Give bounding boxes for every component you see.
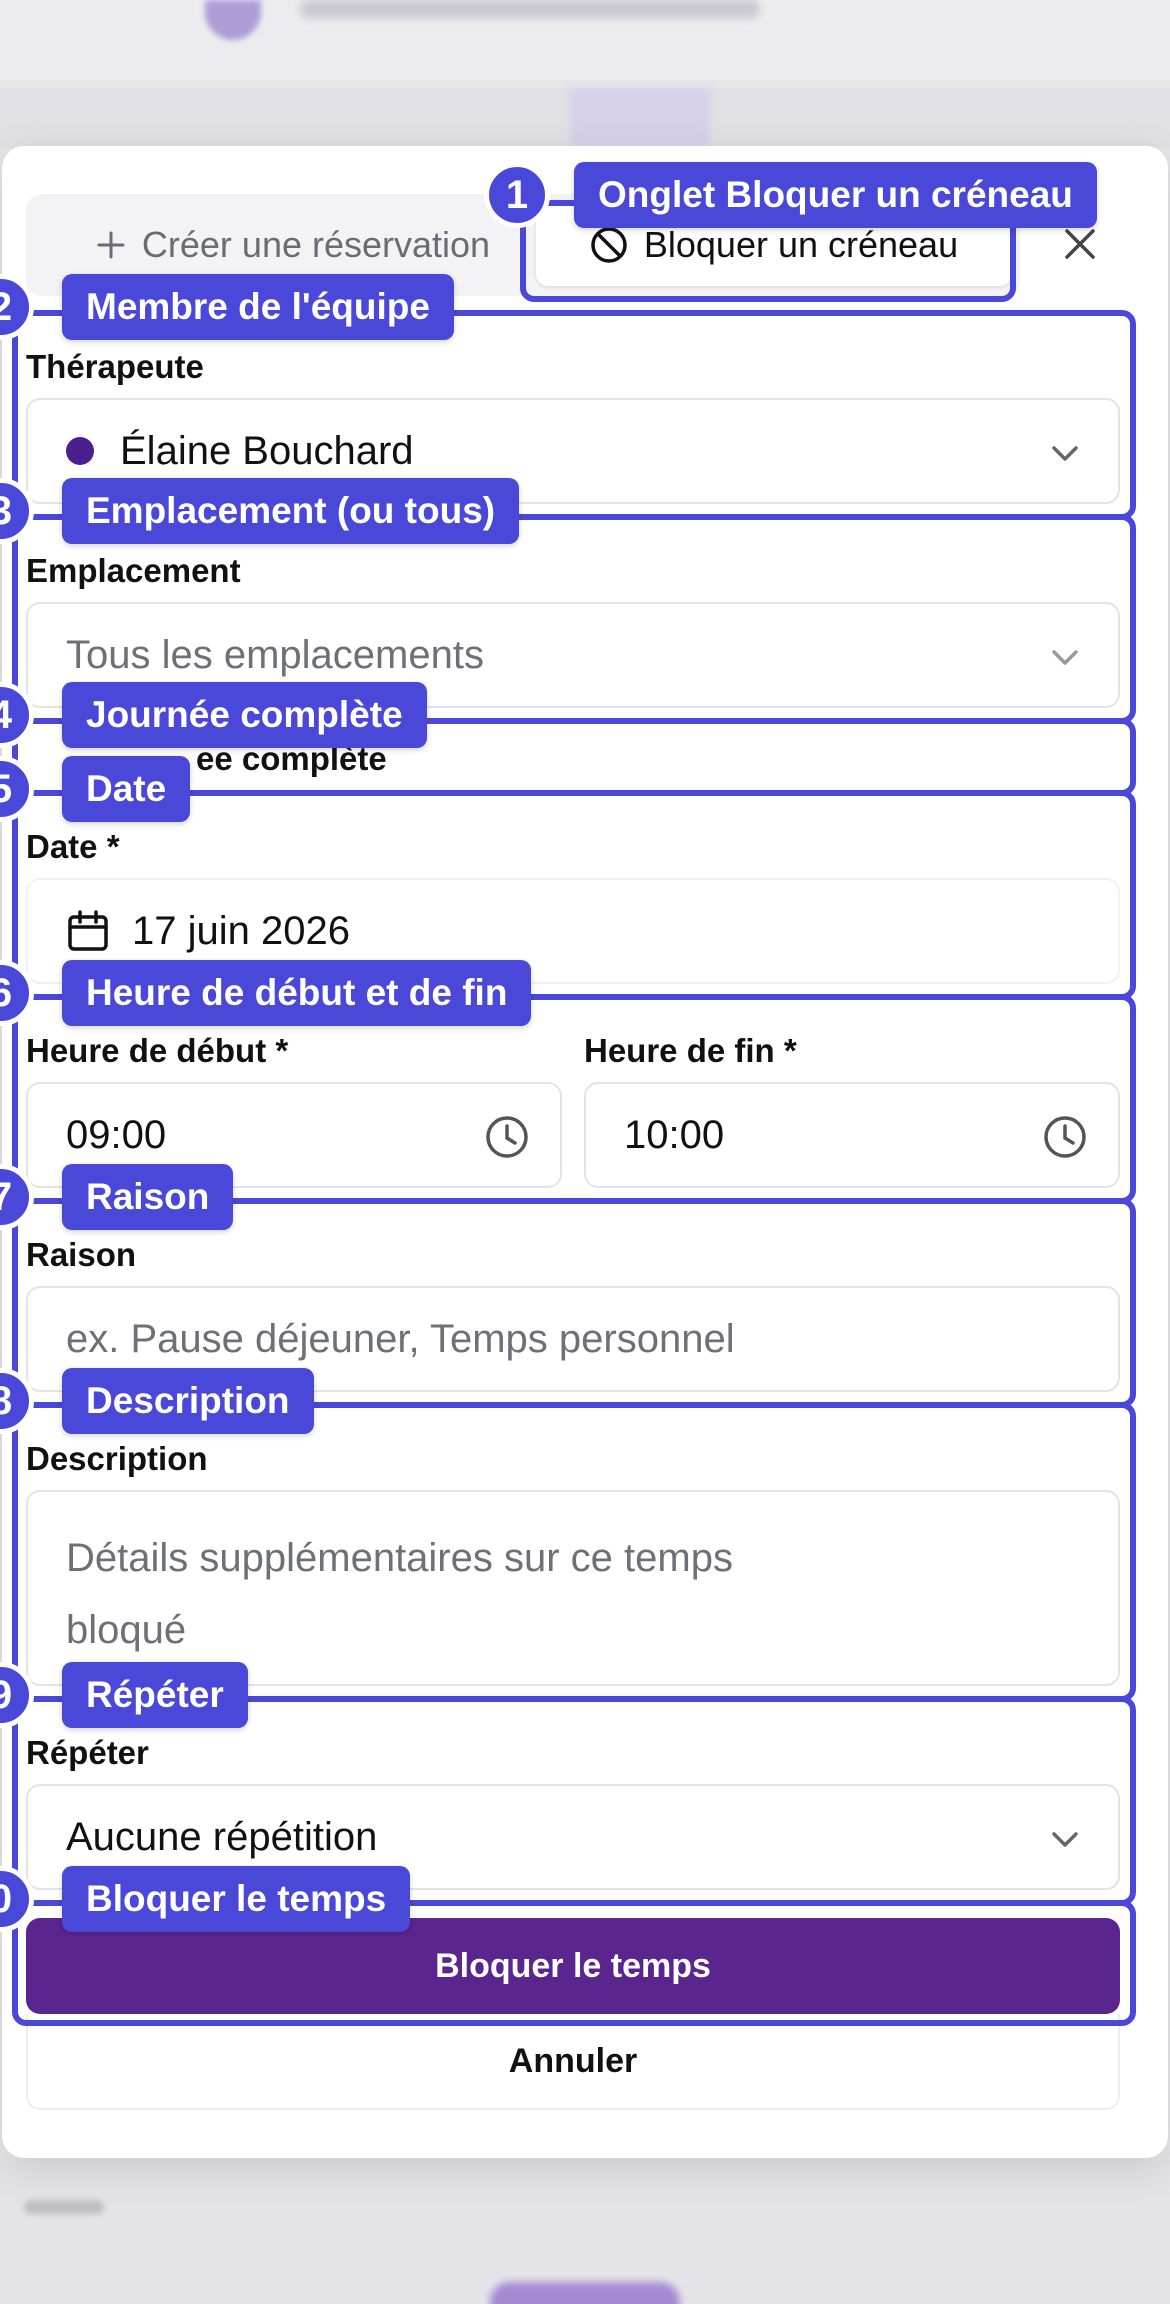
description-label: Description xyxy=(26,1440,208,1477)
end-time-label: Heure de fin * xyxy=(584,1032,797,1069)
annotation-tag-0: Bloquer le temps xyxy=(62,1866,411,1932)
date-label: Date * xyxy=(26,828,120,865)
repeat-label: Répéter xyxy=(26,1734,149,1771)
annotation-tag-8: Description xyxy=(62,1368,314,1434)
clock-icon xyxy=(486,1116,528,1158)
end-time-value: 10:00 xyxy=(624,1112,725,1157)
annotation-tag-5: Date xyxy=(62,756,191,822)
plus-icon xyxy=(97,231,125,259)
calendar-icon xyxy=(68,910,108,951)
annotation-tag-7: Raison xyxy=(62,1164,234,1230)
background-footer xyxy=(0,2160,1170,2304)
location-placeholder: Tous les emplacements xyxy=(66,632,484,677)
background-day-strip xyxy=(0,88,1170,148)
start-time-label: Heure de début * xyxy=(26,1032,289,1069)
annotation-badge-1: 1 xyxy=(484,162,550,228)
description-textarea[interactable]: Détails supplémentaires sur ce temps blo… xyxy=(26,1490,1120,1686)
description-placeholder-line1: Détails supplémentaires sur ce temps xyxy=(66,1536,733,1580)
location-label: Emplacement xyxy=(26,552,241,589)
close-icon xyxy=(1065,229,1095,259)
background-footer-text xyxy=(24,2200,104,2214)
description-placeholder-line2: bloqué xyxy=(66,1608,187,1652)
background-title xyxy=(300,0,760,18)
annotation-tag-4: Journée complète xyxy=(62,682,427,748)
block-time-modal: Créer une réservation Bloquer un créneau… xyxy=(2,146,1168,2158)
end-time-input[interactable]: 10:00 xyxy=(584,1082,1120,1188)
reason-placeholder: ex. Pause déjeuner, Temps personnel xyxy=(66,1316,735,1361)
repeat-value: Aucune répétition xyxy=(66,1814,378,1859)
annotation-tag-6: Heure de début et de fin xyxy=(62,960,532,1026)
annotation-tag-1: Onglet Bloquer un créneau xyxy=(574,162,1097,228)
date-value: 17 juin 2026 xyxy=(132,908,350,953)
chevron-down-icon xyxy=(1052,1832,1078,1847)
chevron-down-icon xyxy=(1052,650,1078,665)
therapist-value: Élaine Bouchard xyxy=(120,428,414,473)
background-day-highlight xyxy=(570,88,710,148)
reason-label: Raison xyxy=(26,1236,137,1273)
therapist-label: Thérapeute xyxy=(26,348,204,385)
annotation-tag-2: Membre de l'équipe xyxy=(62,274,454,340)
therapist-color-dot xyxy=(66,437,94,465)
background-fab xyxy=(490,2282,680,2304)
chevron-down-icon xyxy=(1052,446,1078,461)
annotation-tag-3: Emplacement (ou tous) xyxy=(62,478,520,544)
block-time-button[interactable]: Bloquer le temps xyxy=(26,1918,1120,2014)
annotation-tag-9: Répéter xyxy=(62,1662,248,1728)
start-time-value: 09:00 xyxy=(66,1112,167,1157)
ban-icon xyxy=(591,227,627,263)
cancel-button[interactable]: Annuler xyxy=(26,2014,1120,2110)
clock-icon xyxy=(1044,1116,1086,1158)
tab-create-label: Créer une réservation xyxy=(141,224,491,265)
tab-block-label: Bloquer un créneau xyxy=(643,224,959,265)
